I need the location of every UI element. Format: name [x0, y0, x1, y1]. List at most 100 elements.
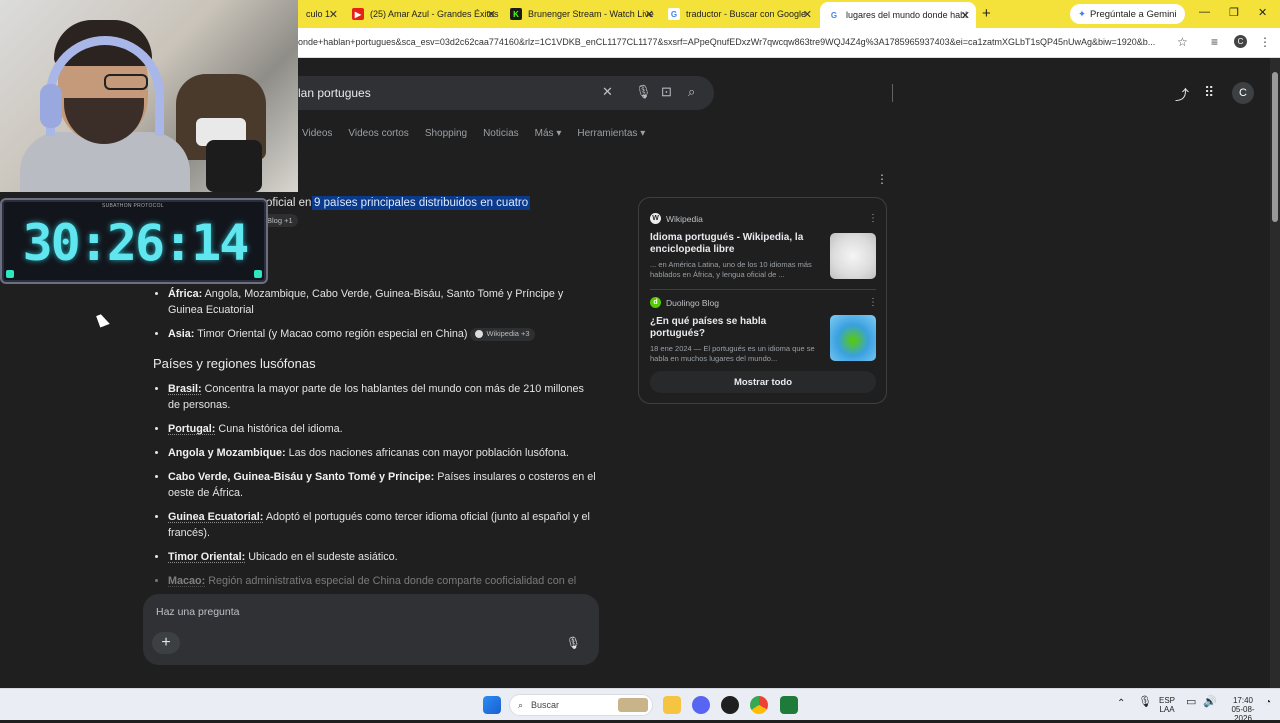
close-window-icon[interactable]: ✕	[1258, 6, 1267, 19]
timer-corner-decoration	[6, 270, 14, 278]
tab-1[interactable]: culo 1 ✕	[298, 3, 344, 25]
browser-menu-icon[interactable]: ⋮	[1259, 35, 1271, 49]
source-title[interactable]: ¿En qué países se habla portugués?	[650, 316, 822, 340]
source-chip[interactable]: Wikipedia +3	[470, 327, 535, 341]
discord-icon[interactable]	[692, 696, 710, 714]
chrome-icon[interactable]	[750, 696, 768, 714]
close-tab-icon[interactable]: ✕	[487, 8, 496, 21]
list-item: África: Angola, Mozambique, Cabo Verde, …	[168, 286, 598, 318]
item-text: Angola, Mozambique, Cabo Verde, Guinea-B…	[168, 288, 564, 316]
tab-short-videos[interactable]: Videos cortos	[348, 128, 408, 139]
tab-2[interactable]: ▶ (25) Amar Azul - Grandes Éxitos ✕	[344, 3, 502, 25]
tab-news[interactable]: Noticias	[483, 128, 519, 139]
kick-icon: K	[510, 8, 522, 20]
lens-icon[interactable]: ⊡	[661, 84, 672, 100]
source-site: Duolingo Blog	[666, 297, 719, 308]
source-menu-icon[interactable]: ⋮	[868, 213, 878, 224]
tab-5-active[interactable]: G lugares del mundo donde habl ✕	[820, 2, 976, 28]
chevron-down-icon: ▾	[640, 128, 646, 139]
item-label: África:	[168, 288, 203, 300]
taskbar-search-label: Buscar	[531, 700, 560, 710]
duolingo-icon: d	[650, 297, 661, 308]
app-icon[interactable]	[721, 696, 739, 714]
ai-answer: África: Angola, Mozambique, Cabo Verde, …	[153, 286, 598, 597]
minimize-icon[interactable]: —	[1199, 6, 1210, 18]
source-card-duolingo[interactable]: d Duolingo Blog ⋮ ¿En qué países se habl…	[650, 297, 878, 367]
close-tab-icon[interactable]: ✕	[961, 9, 970, 22]
scrollbar-thumb[interactable]	[1272, 72, 1278, 222]
source-menu-icon[interactable]: ⋮	[868, 297, 878, 308]
source-card-wikipedia[interactable]: W Wikipedia ⋮ Idioma portugués - Wikiped…	[650, 213, 878, 283]
tab-label: traductor - Buscar con Google	[686, 9, 807, 19]
tray-chevron-up-icon[interactable]: ⌃	[1117, 699, 1125, 709]
ask-input[interactable]: Haz una pregunta	[156, 606, 239, 618]
taskbar-search[interactable]: ⌕ Buscar	[509, 694, 653, 716]
close-tab-icon[interactable]: ✕	[803, 8, 812, 21]
ai-overview-menu-icon[interactable]: ⋮	[876, 172, 888, 186]
answer-intro-text: oficial en	[266, 197, 312, 209]
timer-label: SUBATHON PROTOCOL	[102, 203, 164, 209]
item-label[interactable]: Guinea Ecuatorial:	[168, 511, 263, 523]
tray-mic-icon[interactable]: 🎙	[1138, 697, 1152, 708]
item-label[interactable]: Brasil:	[168, 383, 202, 395]
excel-icon[interactable]	[780, 696, 798, 714]
bookmark-star-icon[interactable]: ☆	[1177, 35, 1188, 49]
tab-4[interactable]: G traductor - Buscar con Google ✕	[660, 3, 818, 25]
browser-profile-avatar[interactable]: C	[1234, 35, 1247, 48]
voice-search-icon[interactable]: 🎙	[635, 84, 652, 100]
search-box[interactable]: lan portugues ✕ 🎙 ⊡ ⌕	[268, 76, 893, 110]
gemini-icon: ✦	[1078, 8, 1086, 20]
headphone-earcup	[40, 84, 62, 128]
clock[interactable]: 17:40 05-08-2026	[1226, 696, 1260, 723]
account-avatar[interactable]: C	[1232, 82, 1254, 104]
search-input[interactable]: lan portugues	[298, 86, 371, 100]
item-label[interactable]: Macao:	[168, 575, 205, 587]
item-label[interactable]: Portugal:	[168, 423, 215, 435]
tab-3[interactable]: K Brunenger Stream - Watch Live ✕	[502, 3, 660, 25]
file-explorer-icon[interactable]	[663, 696, 681, 714]
tab-search-icon[interactable]: ≡	[1211, 35, 1218, 49]
subathon-timer: SUBATHON PROTOCOL 30:26:14	[0, 198, 268, 284]
timer-corner-decoration	[254, 270, 262, 278]
item-text: Las dos naciones africanas con mayor pob…	[288, 447, 569, 459]
language-indicator[interactable]: ESP LAA	[1159, 696, 1175, 714]
item-text: Ubicado en el sudeste asiático.	[248, 551, 398, 563]
item-label[interactable]: Timor Oriental:	[168, 551, 245, 563]
show-all-button[interactable]: Mostrar todo	[650, 371, 876, 393]
wikipedia-icon	[475, 330, 484, 339]
clear-search-icon[interactable]: ✕	[602, 84, 613, 100]
search-icon[interactable]: ⌕	[688, 84, 695, 100]
apps-grid-icon[interactable]: ⠿	[1204, 84, 1214, 101]
ask-box[interactable]: Haz una pregunta + 🎙	[143, 594, 599, 665]
tab-shopping[interactable]: Shopping	[425, 128, 467, 139]
world-map-thumbnail[interactable]	[830, 233, 876, 279]
windows-taskbar: ⌕ Buscar ⌃ 🎙 ESP LAA ▭ 🔊 17:40 05-08-202…	[0, 688, 1280, 723]
item-label: Cabo Verde, Guinea-Bisáu y Santo Tomé y …	[168, 471, 435, 483]
tab-videos[interactable]: Videos	[302, 128, 332, 139]
maximize-icon[interactable]: ❐	[1229, 6, 1239, 19]
clock-date: 05-08-2026	[1231, 705, 1255, 723]
volume-icon[interactable]: 🔊	[1203, 697, 1217, 708]
network-icon[interactable]: ▭	[1186, 697, 1196, 708]
source-snippet: ... en América Latina, uno de los 10 idi…	[650, 260, 812, 279]
tab-label: lugares del mundo donde habl	[846, 10, 968, 20]
add-attachment-button[interactable]: +	[152, 632, 180, 654]
tab-label: (25) Amar Azul - Grandes Éxitos	[370, 9, 499, 19]
windows-start-icon[interactable]	[483, 696, 501, 714]
mic-icon[interactable]: 🎙	[566, 636, 581, 650]
tab-more[interactable]: Más ▾	[535, 128, 562, 139]
gemini-button[interactable]: ✦ Pregúntale a Gemini	[1070, 4, 1185, 24]
chevron-down-icon: ▾	[556, 128, 562, 139]
tab-tools[interactable]: Herramientas ▾	[577, 128, 645, 139]
item-text: Concentra la mayor parte de los hablante…	[168, 383, 584, 411]
tab-more-label: Más	[534, 128, 554, 139]
source-title[interactable]: Idioma portugués - Wikipedia, la enciclo…	[650, 232, 822, 256]
notification-icon[interactable]: ◔	[1265, 698, 1271, 708]
url-field[interactable]: onde+hablan+portugues&sca_esv=03d2c62caa…	[298, 37, 1170, 47]
close-tab-icon[interactable]: ✕	[645, 8, 654, 21]
new-tab-icon[interactable]: +	[982, 5, 991, 22]
share-icon[interactable]: ⤴	[1175, 85, 1189, 105]
page-scrollbar[interactable]	[1270, 58, 1280, 688]
duolingo-thumbnail[interactable]	[830, 315, 876, 361]
close-tab-icon[interactable]: ✕	[329, 8, 338, 21]
